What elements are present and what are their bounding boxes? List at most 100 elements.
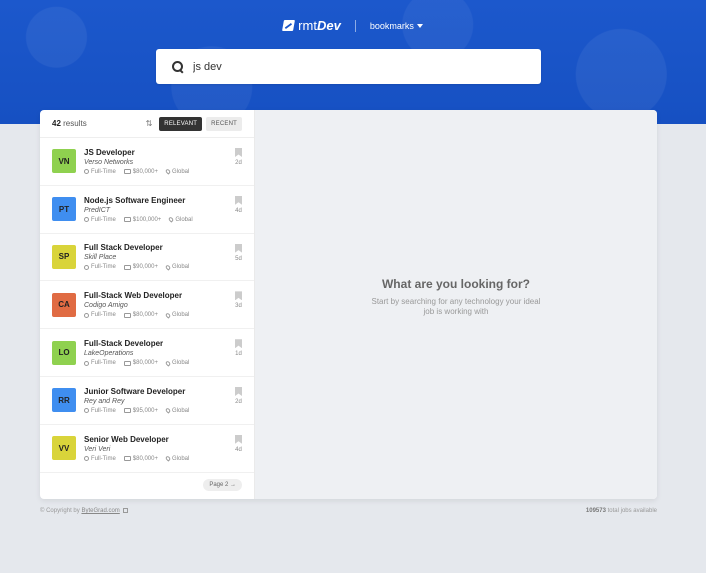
- job-info: JS Developer Verso Networks Full-Time $8…: [84, 148, 242, 176]
- job-type-text: Full-Time: [91, 455, 116, 462]
- clock-icon: [84, 264, 89, 270]
- total-jobs-count: 109573: [585, 508, 606, 514]
- job-location-text: Global: [171, 168, 190, 175]
- job-list-item[interactable]: RR Junior Software Developer Rey and Rey…: [40, 377, 254, 425]
- job-list-item[interactable]: VN JS Developer Verso Networks Full-Time…: [40, 138, 254, 186]
- job-type-text: Full-Time: [91, 407, 116, 414]
- job-company: LakeOperations: [84, 350, 134, 358]
- job-list-item[interactable]: VV Senior Web Developer Veri Veri Full-T…: [40, 425, 254, 473]
- job-type-text: Full-Time: [91, 264, 116, 271]
- job-location-text: Global: [171, 455, 190, 462]
- job-location-text: Global: [171, 312, 190, 319]
- job-badge: PT: [52, 197, 76, 222]
- job-location: Global: [164, 168, 190, 176]
- clock-icon: [84, 169, 89, 175]
- job-info: Full-Stack Web Developer Codigo Amigo Fu…: [84, 291, 242, 319]
- job-company: Rey and Rey: [84, 397, 125, 405]
- job-right: 2d: [235, 148, 242, 166]
- sidebar-top: 42 results ⇅ RELEVANT RECENT: [40, 110, 254, 138]
- total-jobs: 109573 total jobs available: [586, 508, 657, 514]
- header: rmt Dev bookmarks: [0, 18, 706, 33]
- job-right: 1d: [235, 339, 242, 357]
- bookmark-icon[interactable]: [235, 243, 242, 253]
- job-type: Full-Time: [84, 264, 116, 270]
- job-badge: VV: [52, 436, 76, 461]
- location-pin-icon: [164, 168, 172, 176]
- job-salary-text: $95,000+: [132, 407, 158, 414]
- job-badge: RR: [52, 388, 76, 413]
- job-meta: Full-Time $80,000+ Global: [84, 168, 242, 176]
- search-icon[interactable]: [172, 61, 183, 72]
- bookmark-icon[interactable]: [235, 434, 242, 444]
- search-form: [156, 49, 541, 84]
- job-location-text: Global: [175, 216, 193, 223]
- bookmark-icon[interactable]: [235, 386, 242, 396]
- job-meta: Full-Time $90,000+ Global: [84, 264, 242, 271]
- job-list-item[interactable]: SP Full Stack Developer Skill Place Full…: [40, 234, 254, 282]
- job-list-item[interactable]: PT Node.js Software Engineer PredICT Ful…: [40, 186, 254, 234]
- job-meta: Full-Time $100,000+ Global: [84, 216, 242, 223]
- money-icon: [123, 312, 131, 318]
- bookmarks-button[interactable]: bookmarks: [370, 21, 423, 31]
- job-company: Verso Networks: [84, 158, 134, 166]
- job-age: 2d: [235, 398, 242, 405]
- job-title: Full-Stack Developer: [84, 339, 164, 349]
- detail-title: What are you looking for?: [381, 277, 530, 291]
- copyright-link[interactable]: ByteGrad.com: [81, 508, 119, 514]
- job-location: Global: [164, 359, 189, 367]
- job-type: Full-Time: [84, 408, 116, 414]
- header-divider: [354, 19, 356, 32]
- sort-relevant-button[interactable]: RELEVANT: [159, 116, 203, 131]
- caret-down-icon: [416, 24, 423, 28]
- job-type: Full-Time: [84, 217, 116, 223]
- job-salary: $80,000+: [123, 168, 158, 175]
- job-info: Full-Stack Developer LakeOperations Full…: [84, 339, 242, 367]
- sort-recent-button[interactable]: RECENT: [206, 116, 242, 131]
- money-icon: [123, 169, 131, 175]
- job-salary-text: $80,000+: [132, 168, 158, 175]
- job-list-item[interactable]: CA Full-Stack Web Developer Codigo Amigo…: [40, 281, 254, 330]
- bookmark-icon[interactable]: [235, 291, 242, 301]
- job-location-text: Global: [171, 264, 190, 271]
- bookmark-icon[interactable]: [235, 148, 242, 157]
- job-list-item[interactable]: LO Full-Stack Developer LakeOperations F…: [40, 329, 254, 377]
- logo-text-light: rmt: [298, 18, 317, 33]
- job-right: 2d: [235, 386, 242, 405]
- job-type-text: Full-Time: [91, 360, 116, 367]
- location-pin-icon: [164, 359, 172, 367]
- job-company: Veri Veri: [84, 445, 111, 453]
- job-type-text: Full-Time: [91, 312, 116, 319]
- job-info: Junior Software Developer Rey and Rey Fu…: [84, 387, 242, 415]
- job-age: 2d: [235, 160, 242, 166]
- job-info: Full Stack Developer Skill Place Full-Ti…: [84, 243, 242, 271]
- job-company: Skill Place: [84, 254, 117, 262]
- job-age: 4d: [235, 446, 242, 453]
- job-age: 1d: [235, 351, 242, 358]
- clock-icon: [84, 217, 89, 223]
- clock-icon: [84, 312, 89, 318]
- location-pin-icon: [164, 264, 172, 271]
- job-salary: $95,000+: [123, 407, 158, 414]
- job-location: Global: [168, 216, 193, 223]
- search-input[interactable]: [193, 60, 513, 73]
- location-pin-icon: [168, 216, 175, 223]
- job-list: VN JS Developer Verso Networks Full-Time…: [40, 138, 254, 473]
- job-details: What are you looking for? Start by searc…: [255, 110, 657, 499]
- next-page-button[interactable]: Page 2 →: [203, 479, 242, 491]
- job-company: PredICT: [84, 206, 111, 214]
- job-salary: $100,000+: [123, 217, 161, 223]
- money-icon: [123, 264, 131, 270]
- job-badge: CA: [52, 292, 76, 317]
- logo[interactable]: rmt Dev: [282, 18, 341, 33]
- location-pin-icon: [164, 407, 172, 415]
- job-info: Node.js Software Engineer PredICT Full-T…: [84, 196, 242, 223]
- job-type: Full-Time: [84, 312, 116, 318]
- results-count-number: 42: [52, 119, 61, 128]
- job-location: Global: [164, 312, 190, 319]
- job-right: 4d: [235, 434, 242, 453]
- job-type: Full-Time: [84, 169, 116, 175]
- job-age: 5d: [235, 255, 242, 262]
- bookmark-icon[interactable]: [235, 195, 242, 205]
- bookmark-icon[interactable]: [235, 339, 242, 349]
- job-badge: VN: [52, 149, 76, 174]
